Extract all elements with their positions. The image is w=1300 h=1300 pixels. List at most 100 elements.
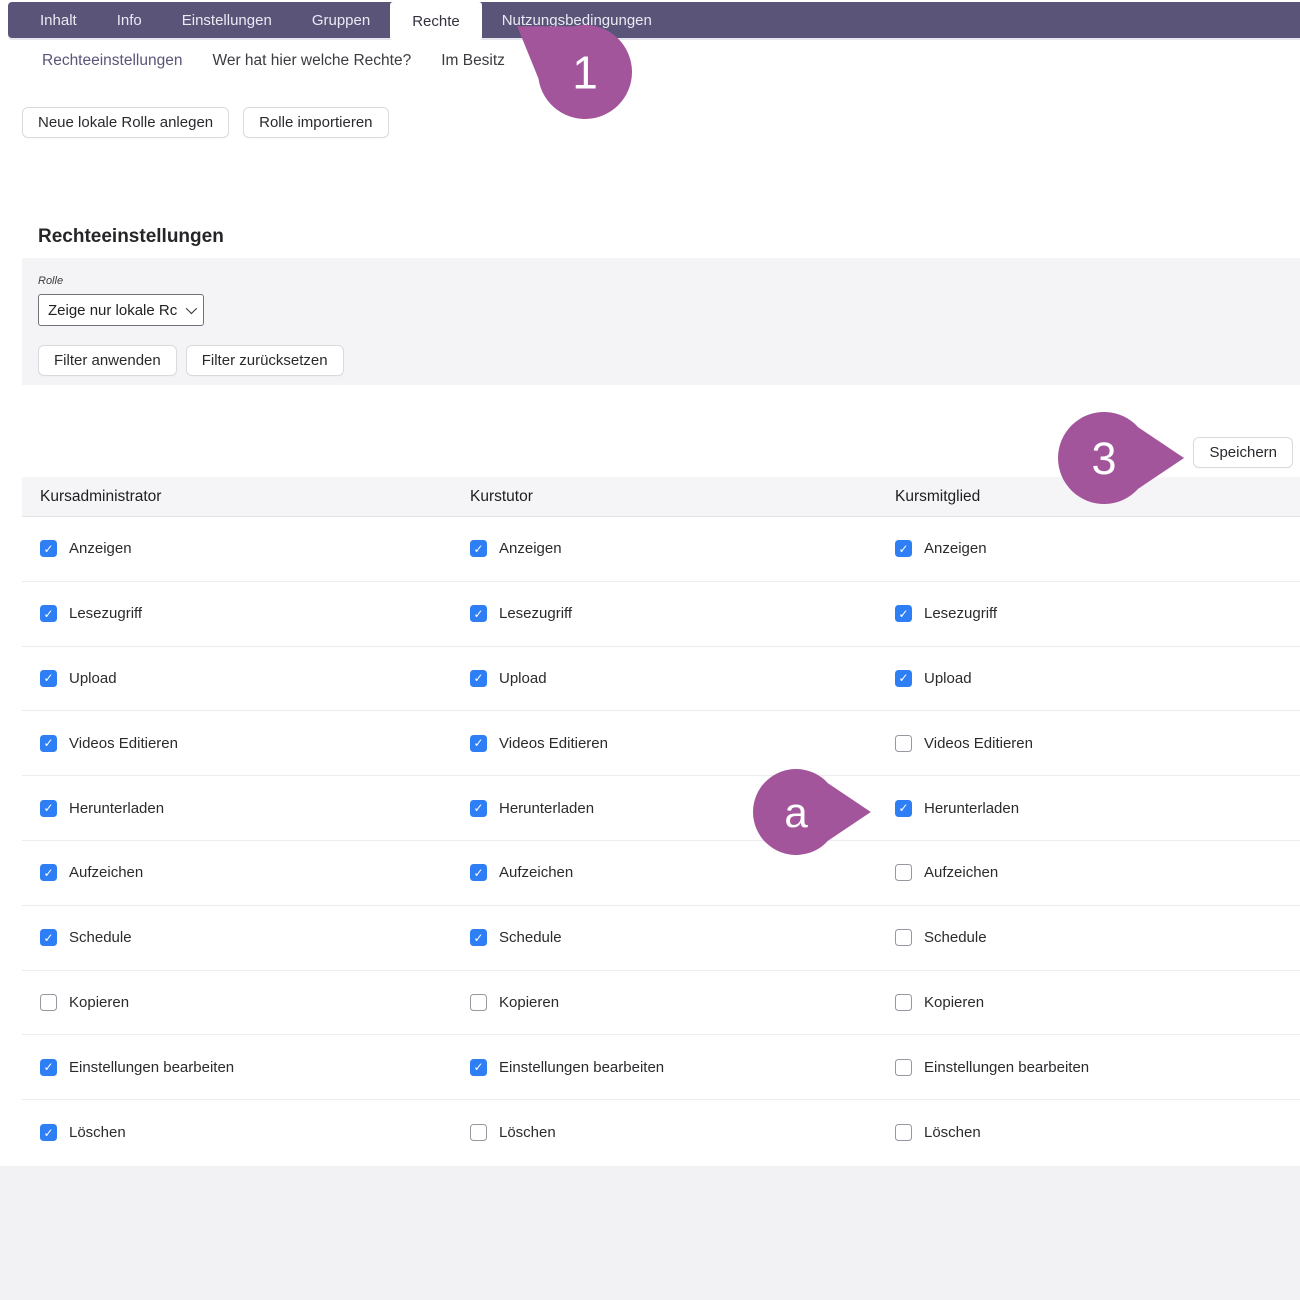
sub-navbar: Rechteeinstellungen Wer hat hier welche R… [42,52,505,70]
checkbox-herunterladen-kursmitglied[interactable]: ✓ [895,800,912,817]
checkbox-videos-editieren-kursmitglied[interactable] [895,735,912,752]
checkbox-lesezugriff-kurstutor[interactable]: ✓ [470,605,487,622]
import-role-button[interactable]: Rolle importieren [243,107,388,138]
permission-cell: ✓Schedule [22,929,452,946]
checkbox-upload-kursadministrator[interactable]: ✓ [40,670,57,687]
permission-cell: ✓Einstellungen bearbeiten [452,1059,877,1076]
checkbox-aufzeichen-kursadministrator[interactable]: ✓ [40,864,57,881]
permission-cell: ✓ Anzeigen [877,540,1300,557]
permission-label: Kopieren [924,994,984,1011]
checkbox-upload-kursmitglied[interactable]: ✓ [895,670,912,687]
permission-cell: ✓ Upload [22,670,452,687]
checkbox-schedule-kurstutor[interactable]: ✓ [470,929,487,946]
top-navbar: InhaltInfoEinstellungenGruppenRechteNutz… [8,2,1300,38]
checkbox-einstellungen-bearbeiten-kurstutor[interactable]: ✓ [470,1059,487,1076]
role-select[interactable]: Zeige nur lokale Rc [38,294,204,326]
permission-label: Schedule [924,929,987,946]
permission-cell: ✓ Herunterladen [877,800,1300,817]
permission-cell: ✓Einstellungen bearbeiten [22,1059,452,1076]
callout-1: 1 [538,25,632,119]
column-header-kursadministrator: Kursadministrator [22,488,452,506]
permission-label: Aufzeichen [924,864,998,881]
permission-label: Schedule [499,929,562,946]
table-body: ✓Anzeigen✓Anzeigen✓Anzeigen✓Lesezugriff✓… [22,517,1300,1165]
checkbox-upload-kurstutor[interactable]: ✓ [470,670,487,687]
permission-label: Lesezugriff [924,605,997,622]
permission-cell: Aufzeichen [877,864,1300,881]
checkbox-anzeigen-kursmitglied[interactable]: ✓ [895,540,912,557]
table-row-videos-editieren: ✓Videos Editieren✓Videos EditierenVideos… [22,711,1300,776]
table-row-l-schen: ✓LöschenLöschenLöschen [22,1100,1300,1165]
tab-rechte[interactable]: Rechte [390,2,482,40]
checkbox-einstellungen-bearbeiten-kursmitglied[interactable] [895,1059,912,1076]
filter-apply-button[interactable]: Filter anwenden [38,345,177,376]
column-header-kursmitglied: Kursmitglied [877,488,1300,506]
tab-nutzungsbedingungen[interactable]: Nutzungsbedingungen [482,2,672,38]
filter-reset-button[interactable]: Filter zurücksetzen [186,345,344,376]
permission-cell: ✓ Schedule [452,929,877,946]
permission-label: Kopieren [499,994,559,1011]
table-row-lesezugriff: ✓Lesezugriff✓Lesezugriff✓Lesezugriff [22,582,1300,647]
checkbox-herunterladen-kursadministrator[interactable]: ✓ [40,800,57,817]
permission-cell: Kopieren [452,994,877,1011]
permission-cell: Kopieren [22,994,452,1011]
checkbox-kopieren-kursmitglied[interactable] [895,994,912,1011]
table-row-schedule: ✓Schedule✓ScheduleSchedule [22,906,1300,971]
permission-cell: ✓ Upload [877,670,1300,687]
checkbox-anzeigen-kurstutor[interactable]: ✓ [470,540,487,557]
permission-label: Upload [924,670,972,687]
checkbox-lesezugriff-kursmitglied[interactable]: ✓ [895,605,912,622]
permission-label: Herunterladen [69,800,164,817]
checkbox-aufzeichen-kursmitglied[interactable] [895,864,912,881]
subnav-item-rechteeinstellungen[interactable]: Rechteeinstellungen [42,52,182,70]
filter-panel: Rolle Zeige nur lokale Rc Filter anwende… [22,258,1300,385]
checkbox-kopieren-kursadministrator[interactable] [40,994,57,1011]
checkbox-herunterladen-kurstutor[interactable]: ✓ [470,800,487,817]
role-select-value: Zeige nur lokale Rc [48,302,177,319]
permissions-table: KursadministratorKurstutorKursmitglied ✓… [22,477,1300,1165]
tab-info[interactable]: Info [97,2,162,38]
subnav-item-wer-hat-hier-welche-rechte[interactable]: Wer hat hier welche Rechte? [212,52,411,70]
permission-cell: Videos Editieren [877,735,1300,752]
page-title: Rechteeinstellungen [38,226,224,248]
permission-label: Upload [69,670,117,687]
tab-gruppen[interactable]: Gruppen [292,2,390,38]
permission-label: Herunterladen [924,800,1019,817]
permission-cell: ✓ Herunterladen [22,800,452,817]
subnav-item-im-besitz[interactable]: Im Besitz [441,52,505,70]
permission-label: Herunterladen [499,800,594,817]
column-header-kurstutor: Kurstutor [452,488,877,506]
checkbox-l-schen-kursmitglied[interactable] [895,1124,912,1141]
checkbox-l-schen-kursadministrator[interactable]: ✓ [40,1124,57,1141]
role-field-label: Rolle [38,275,63,287]
permission-cell: ✓ Lesezugriff [877,605,1300,622]
page-footer [0,1166,1300,1300]
permission-cell: Einstellungen bearbeiten [877,1059,1300,1076]
save-button[interactable]: Speichern [1193,437,1293,468]
checkbox-lesezugriff-kursadministrator[interactable]: ✓ [40,605,57,622]
permission-cell: Löschen [452,1124,877,1141]
table-row-anzeigen: ✓Anzeigen✓Anzeigen✓Anzeigen [22,517,1300,582]
checkbox-schedule-kursmitglied[interactable] [895,929,912,946]
permission-cell: ✓Videos Editieren [452,735,877,752]
checkbox-einstellungen-bearbeiten-kursadministrator[interactable]: ✓ [40,1059,57,1076]
checkbox-kopieren-kurstutor[interactable] [470,994,487,1011]
checkbox-videos-editieren-kurstutor[interactable]: ✓ [470,735,487,752]
tab-einstellungen[interactable]: Einstellungen [162,2,292,38]
checkbox-schedule-kursadministrator[interactable]: ✓ [40,929,57,946]
tab-inhalt[interactable]: Inhalt [20,2,97,38]
permission-label: Aufzeichen [69,864,143,881]
permission-label: Anzeigen [924,540,987,557]
table-row-aufzeichen: ✓Aufzeichen✓AufzeichenAufzeichen [22,841,1300,906]
permission-label: Einstellungen bearbeiten [924,1059,1089,1076]
table-row-kopieren: Kopieren Kopieren Kopieren [22,971,1300,1036]
permission-cell: ✓Anzeigen [22,540,452,557]
checkbox-aufzeichen-kurstutor[interactable]: ✓ [470,864,487,881]
permission-label: Anzeigen [499,540,562,557]
permission-label: Lesezugriff [499,605,572,622]
table-row-herunterladen: ✓ Herunterladen ✓ Herunterladen ✓ Herunterlad… [22,776,1300,841]
checkbox-anzeigen-kursadministrator[interactable]: ✓ [40,540,57,557]
new-local-role-button[interactable]: Neue lokale Rolle anlegen [22,107,229,138]
checkbox-videos-editieren-kursadministrator[interactable]: ✓ [40,735,57,752]
checkbox-l-schen-kurstutor[interactable] [470,1124,487,1141]
